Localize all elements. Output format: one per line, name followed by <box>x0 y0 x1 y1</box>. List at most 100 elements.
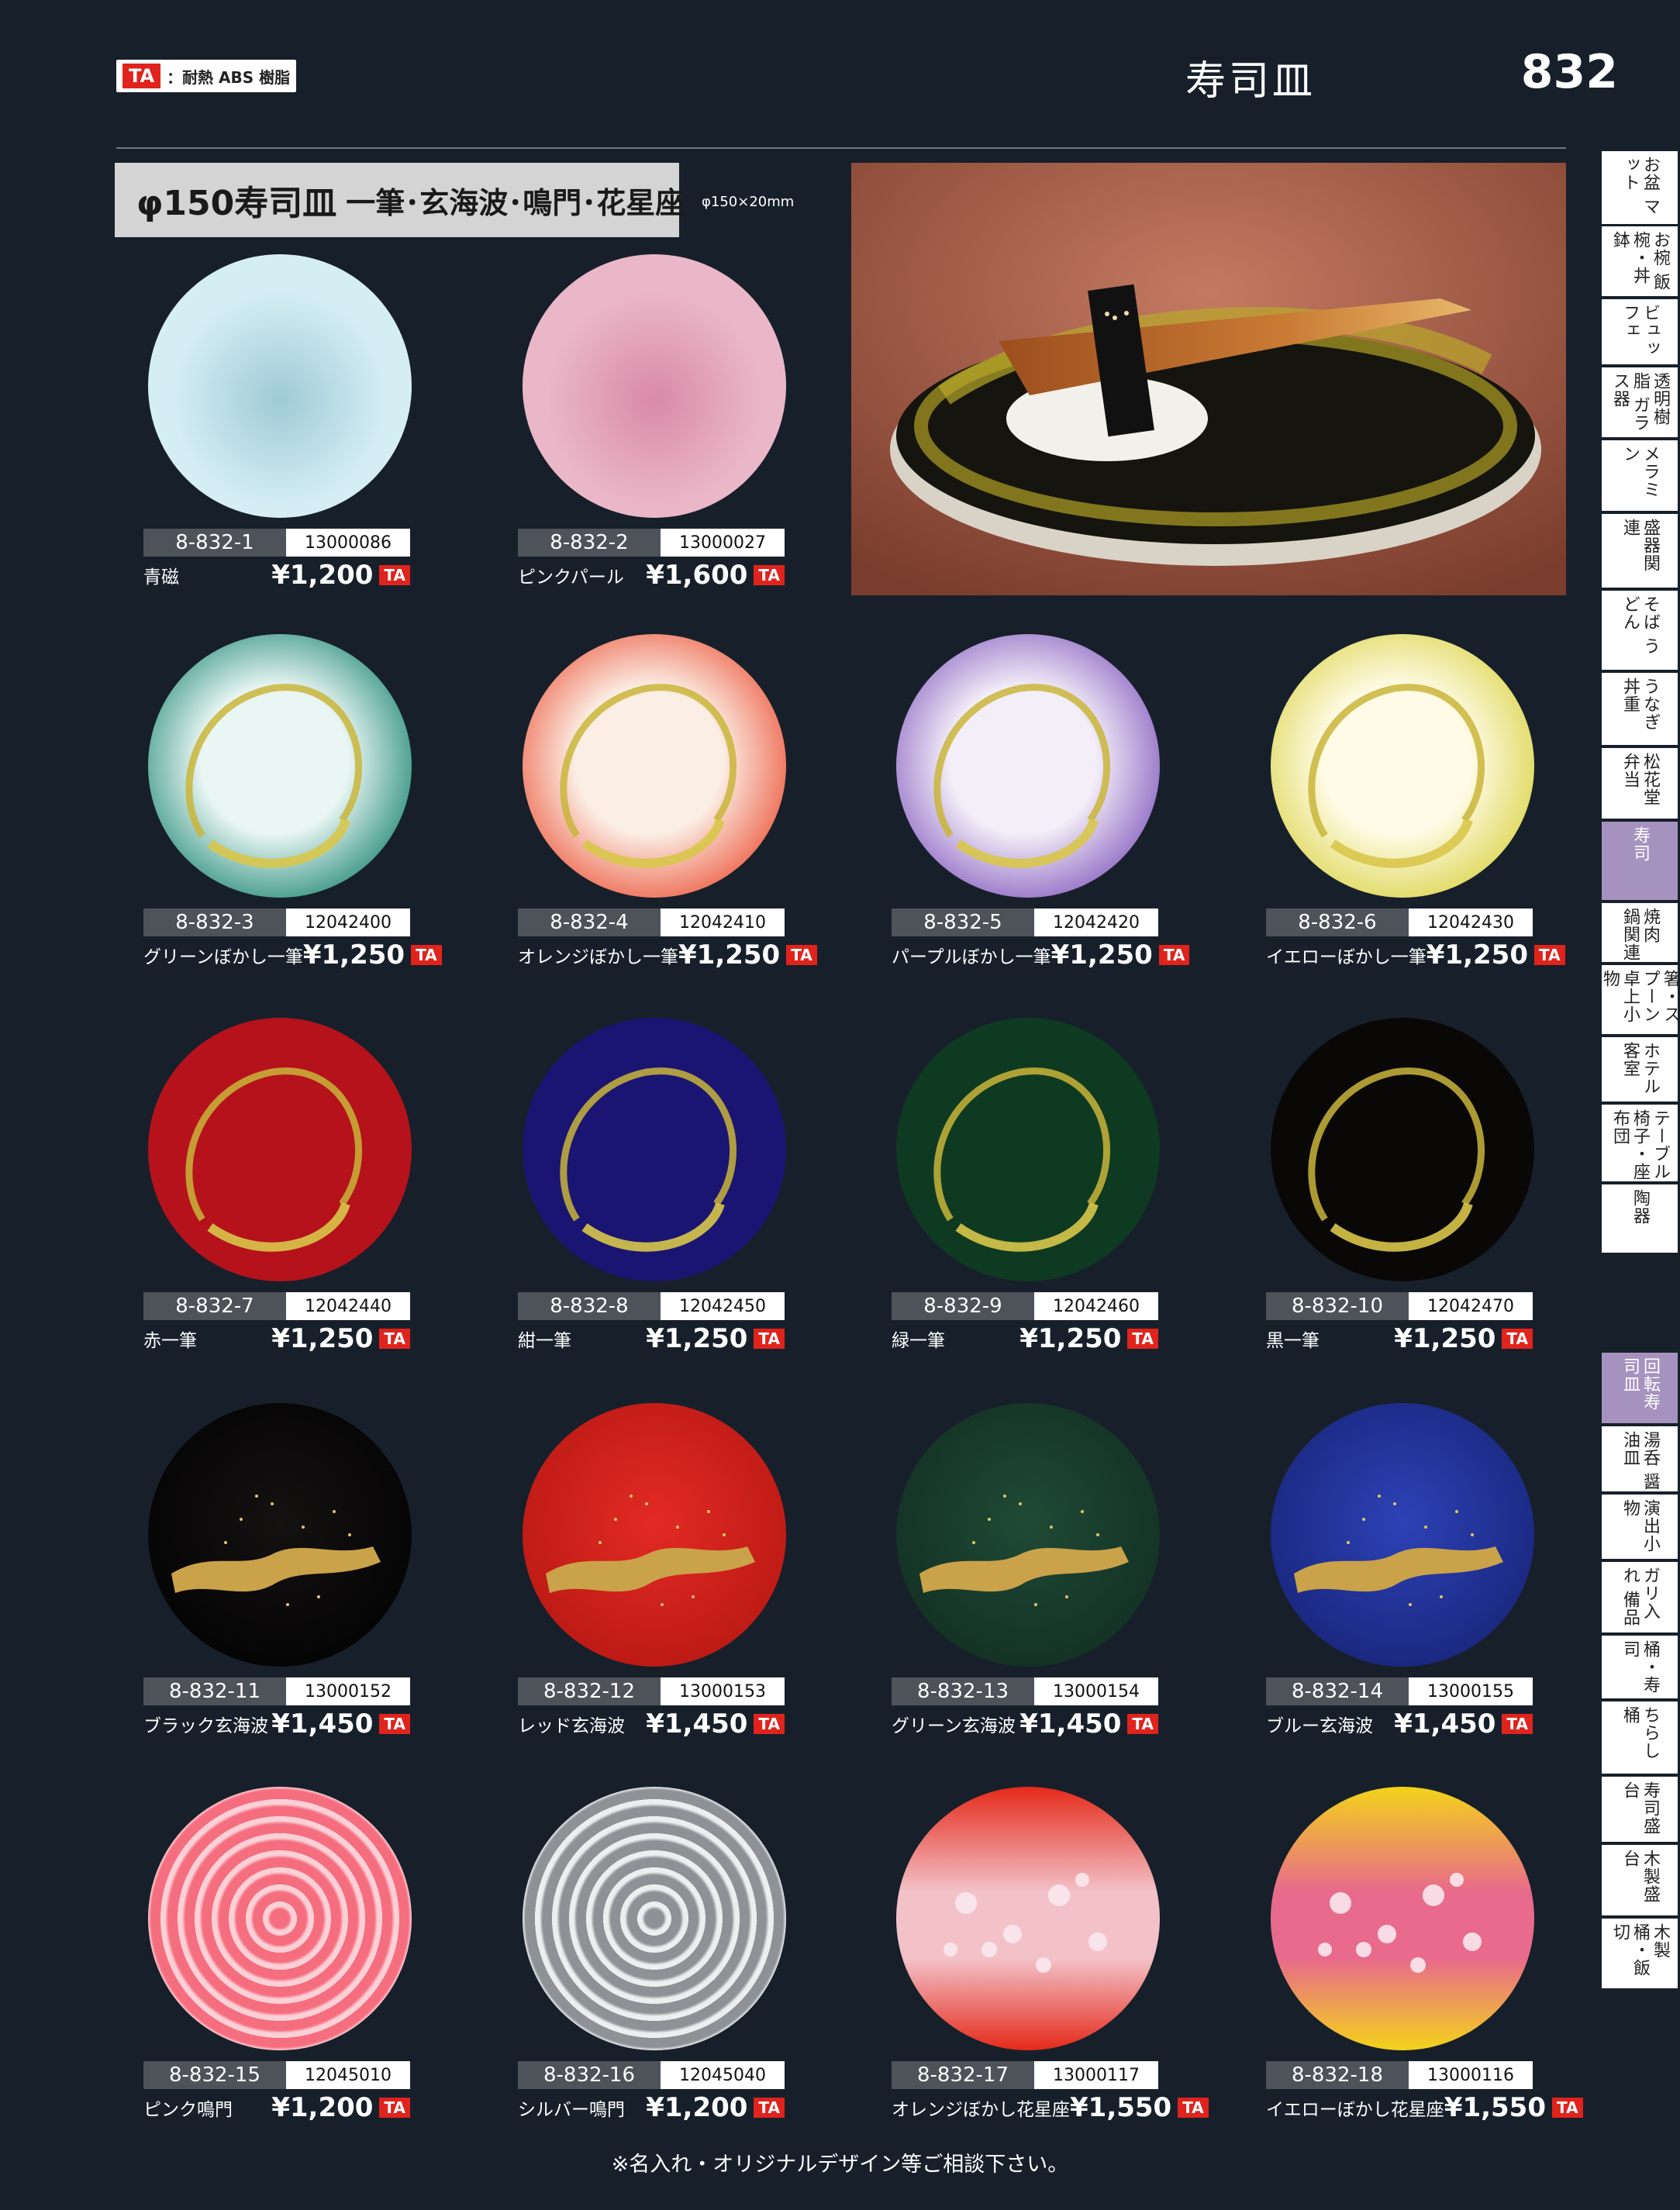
plate-image <box>148 1787 412 2050</box>
plate-image <box>896 1403 1160 1667</box>
product-price: ¥1,450 <box>646 1708 748 1739</box>
product-jan: 12042430 <box>1409 908 1533 936</box>
side-tab[interactable]: そば うどん <box>1602 591 1678 671</box>
product-name-row: 青磁 ¥1,200 TA <box>143 560 410 591</box>
product-jan: 12042410 <box>661 908 785 936</box>
product-code: 8-832-7 <box>143 1292 286 1320</box>
material-badge: TA <box>1502 1714 1533 1734</box>
product-code: 8-832-15 <box>143 2061 286 2089</box>
product-code-row: 8-832-8 12042450 <box>518 1292 785 1320</box>
side-tab[interactable]: 木製盛台 <box>1602 1845 1678 1917</box>
side-tab[interactable]: 陶器 <box>1602 1184 1678 1254</box>
side-tab-label: 湯呑 醤油皿 <box>1620 1431 1660 1491</box>
plate-image <box>523 1787 786 2050</box>
side-tab-label: そば うどん <box>1620 595 1660 655</box>
side-tab[interactable]: 演出小物 <box>1602 1495 1678 1560</box>
material-badge: TA <box>1127 1329 1158 1349</box>
product-price: ¥1,250 <box>1050 940 1153 971</box>
side-tab[interactable]: 寿司 <box>1602 822 1678 902</box>
product-jan: 12042460 <box>1034 1292 1158 1320</box>
product-jan: 13000117 <box>1034 2061 1158 2089</box>
side-tab[interactable]: ビュッフェ <box>1602 299 1678 366</box>
side-tab-label: 木製盛台 <box>1620 1850 1660 1903</box>
side-tab-label: 焼肉 鍋関連 <box>1620 908 1660 961</box>
product-code-row: 8-832-2 13000027 <box>518 529 785 557</box>
side-tab[interactable]: 箸・スプーン 卓上小物 <box>1600 965 1680 1036</box>
product-jan: 13000153 <box>661 1677 785 1705</box>
product-code-row: 8-832-12 13000153 <box>518 1677 785 1705</box>
product-name: オレンジぼかし一筆 <box>518 947 678 967</box>
side-tab[interactable]: お盆 マット <box>1602 151 1678 226</box>
material-badge: TA <box>411 945 442 965</box>
product-price: ¥1,550 <box>1070 2092 1172 2123</box>
side-tab[interactable]: お椀 飯椀・丼鉢 <box>1602 226 1678 298</box>
material-badge: TA <box>1502 1329 1533 1349</box>
side-tab[interactable]: うなぎ 丼重 <box>1602 673 1678 746</box>
product-code-row: 8-832-13 13000154 <box>892 1677 1158 1705</box>
product-jan: 12042400 <box>286 908 410 936</box>
side-tab[interactable]: 松花堂 弁当 <box>1602 748 1678 820</box>
product-name: 紺一筆 <box>518 1331 571 1351</box>
product-price: ¥1,250 <box>646 1323 748 1354</box>
product-jan: 12042450 <box>661 1292 785 1320</box>
product-name-row: 黒一筆 ¥1,250 TA <box>1266 1323 1533 1354</box>
material-badge: TA <box>379 1329 410 1349</box>
product-price: ¥1,550 <box>1444 2092 1546 2123</box>
product-jan: 12042440 <box>286 1292 410 1320</box>
side-tab[interactable]: メラミン <box>1602 440 1678 512</box>
product-jan: 13000116 <box>1409 2061 1533 2089</box>
side-tab[interactable]: 盛器関連 <box>1602 514 1678 589</box>
plate-image <box>148 634 412 898</box>
side-tab[interactable]: 寿司盛台 <box>1602 1777 1678 1843</box>
product-name-row: パープルぼかし一筆 ¥1,250 TA <box>892 940 1190 971</box>
side-tab-label: メラミン <box>1620 445 1660 498</box>
product-jan: 13000027 <box>661 529 785 557</box>
material-badge: TA <box>1533 945 1565 965</box>
product-name: パープルぼかし一筆 <box>892 947 1051 967</box>
side-tab-label: 寿司 <box>1630 826 1650 862</box>
product-code: 8-832-4 <box>518 908 661 936</box>
product-name-row: 赤一筆 ¥1,250 TA <box>143 1323 410 1354</box>
page-number: 832 <box>1520 45 1618 99</box>
side-tab[interactable]: ホテル 客室 <box>1602 1037 1678 1103</box>
product-jan: 13000154 <box>1034 1677 1158 1705</box>
product-name: イエローぼかし一筆 <box>1266 947 1426 967</box>
footer-note: ※名入れ・オリジナルデザイン等ご相談下さい。 <box>611 2153 1069 2177</box>
product-code-row: 8-832-10 12042470 <box>1266 1292 1533 1320</box>
product-price: ¥1,250 <box>1019 1323 1122 1354</box>
product-code-row: 8-832-14 13000155 <box>1266 1677 1533 1705</box>
product-code: 8-832-2 <box>518 529 661 557</box>
side-tab[interactable]: ちらし桶 <box>1602 1701 1678 1775</box>
product-name-row: オレンジぼかし花星座 ¥1,550 TA <box>892 2092 1209 2123</box>
header-divider <box>116 147 1566 149</box>
product-price: ¥1,250 <box>302 940 405 971</box>
material-badge: TA <box>754 565 785 585</box>
material-badge: TA <box>754 1329 785 1349</box>
product-name-row: レッド玄海波 ¥1,450 TA <box>518 1708 785 1739</box>
material-badge: TA <box>379 565 410 585</box>
product-name-row: イエローぼかし一筆 ¥1,250 TA <box>1266 940 1565 971</box>
side-tab[interactable]: 桶・寿司 <box>1602 1636 1678 1700</box>
product-code: 8-832-8 <box>518 1292 661 1320</box>
side-tab-label: うなぎ 丼重 <box>1620 677 1660 731</box>
product-code-row: 8-832-6 12042430 <box>1266 908 1533 936</box>
ta-legend-text: ：耐熱 ABS 樹脂 <box>167 67 291 87</box>
product-price: ¥1,450 <box>271 1708 374 1739</box>
product-code-row: 8-832-11 13000152 <box>143 1677 410 1705</box>
side-tab[interactable]: 焼肉 鍋関連 <box>1602 903 1678 964</box>
product-price: ¥1,200 <box>271 2092 374 2123</box>
material-badge: TA <box>1127 1714 1158 1734</box>
side-tab[interactable]: テーブル 椅子・座布団 <box>1602 1105 1678 1183</box>
plate-image <box>148 1403 412 1667</box>
product-code-row: 8-832-18 13000116 <box>1266 2061 1533 2089</box>
product-name-row: ブルー玄海波 ¥1,450 TA <box>1266 1708 1533 1739</box>
side-tab[interactable]: 湯呑 醤油皿 <box>1602 1426 1678 1493</box>
side-tab[interactable]: 木製 桶・飯切 <box>1602 1919 1678 1990</box>
product-code: 8-832-14 <box>1266 1677 1409 1705</box>
side-tab[interactable]: 回転寿司皿 <box>1602 1353 1678 1425</box>
material-badge: TA <box>754 2098 785 2118</box>
product-code: 8-832-18 <box>1266 2061 1409 2089</box>
product-jan: 12042420 <box>1034 908 1158 936</box>
side-tab[interactable]: ガリ入れ 備品 <box>1602 1562 1678 1634</box>
side-tab[interactable]: 透明樹脂 ガラス器 <box>1602 367 1678 439</box>
